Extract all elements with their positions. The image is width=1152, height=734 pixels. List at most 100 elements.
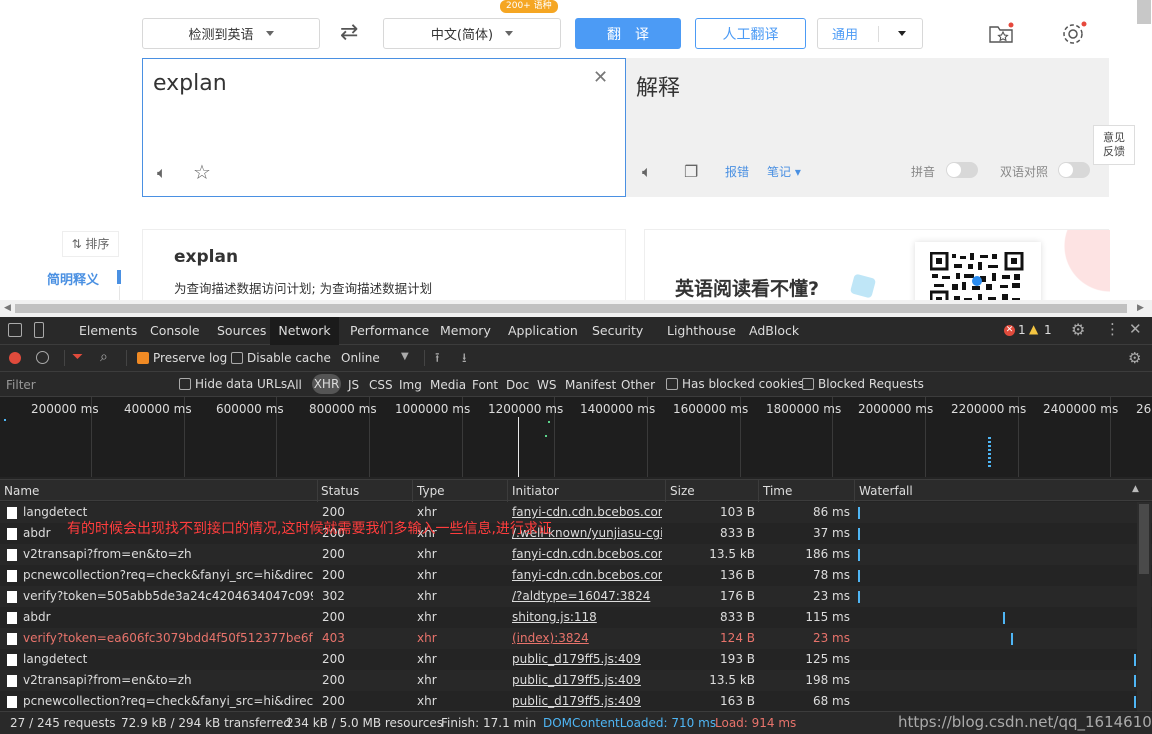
- filter-type-ws[interactable]: WS: [537, 378, 556, 392]
- table-row[interactable]: pcnewcollection?req=check&fanyi_src=hi&d…: [0, 691, 1152, 711]
- tab-security[interactable]: Security: [592, 317, 643, 345]
- timeline-activity: [988, 437, 991, 467]
- filter-type-media[interactable]: Media: [430, 378, 466, 392]
- notes-menu[interactable]: 笔记 ▾: [767, 163, 801, 180]
- column-name[interactable]: Name: [4, 484, 39, 498]
- table-row[interactable]: abdr 200 xhr shitong.js:118 833 B 115 ms: [0, 607, 1152, 628]
- pinyin-toggle[interactable]: [946, 162, 978, 178]
- domain-select[interactable]: 通用: [817, 18, 923, 49]
- filter-type-img[interactable]: Img: [399, 378, 422, 392]
- more-options-icon[interactable]: ⋮: [1105, 320, 1120, 338]
- copy-icon[interactable]: ❐: [684, 162, 698, 181]
- column-type[interactable]: Type: [417, 484, 445, 498]
- blocked-requests-checkbox[interactable]: Blocked Requests: [802, 377, 924, 391]
- horizontal-scrollbar[interactable]: ◀ ▶: [0, 300, 1152, 317]
- tab-lighthouse[interactable]: Lighthouse: [667, 317, 736, 345]
- filter-type-font[interactable]: Font: [472, 378, 498, 392]
- filter-type-js[interactable]: JS: [348, 378, 359, 392]
- filter-type-doc[interactable]: Doc: [506, 378, 529, 392]
- human-translation-button[interactable]: 人工翻译: [695, 18, 806, 49]
- column-status[interactable]: Status: [321, 484, 359, 498]
- page-scrollbar-thumb[interactable]: [1137, 0, 1151, 24]
- column-waterfall[interactable]: Waterfall: [859, 484, 913, 498]
- has-blocked-cookies-checkbox[interactable]: Has blocked cookies: [666, 377, 804, 391]
- timeline-overview[interactable]: 200000 ms 400000 ms 600000 ms 800000 ms …: [0, 397, 1152, 477]
- filter-icon[interactable]: ⏷: [72, 349, 83, 365]
- filter-type-all[interactable]: All: [287, 378, 302, 392]
- swap-icon[interactable]: ⇄: [340, 20, 358, 45]
- table-row[interactable]: verify?token=ea606fc3079bdd4f50f512377be…: [0, 628, 1152, 649]
- scrollbar-thumb[interactable]: [15, 304, 1127, 313]
- filter-type-other[interactable]: Other: [621, 378, 655, 392]
- tab-sources[interactable]: Sources: [217, 317, 266, 345]
- target-language-select[interactable]: 中文(简体): [383, 18, 561, 49]
- request-initiator[interactable]: (index):3824: [512, 631, 662, 645]
- tab-console[interactable]: Console: [150, 317, 200, 345]
- search-icon[interactable]: ⌕: [100, 349, 108, 365]
- inspect-element-icon[interactable]: [8, 323, 22, 337]
- column-initiator[interactable]: Initiator: [512, 484, 559, 498]
- filter-type-xhr[interactable]: XHR: [312, 374, 341, 394]
- star-icon[interactable]: ☆: [193, 160, 211, 184]
- table-scrollbar[interactable]: [1137, 502, 1151, 711]
- speaker-icon[interactable]: 🔈︎: [157, 163, 167, 183]
- tab-application[interactable]: Application: [508, 317, 578, 345]
- tab-adblock[interactable]: AdBlock: [749, 317, 799, 345]
- bilingual-toggle[interactable]: [1058, 162, 1090, 178]
- tab-memory[interactable]: Memory: [440, 317, 491, 345]
- request-initiator[interactable]: fanyi-cdn.cdn.bcebos.com...: [512, 505, 662, 519]
- clear-icon[interactable]: ✕: [593, 67, 608, 88]
- request-time: 37 ms: [812, 526, 850, 540]
- brief-definition-nav[interactable]: 简明释义: [47, 269, 99, 288]
- source-text-box[interactable]: explan ✕ 🔈︎ ☆: [142, 58, 626, 197]
- table-row[interactable]: langdetect 200 xhr public_d179ff5.js:409 193…: [0, 649, 1152, 670]
- hide-data-urls-checkbox[interactable]: Hide data URLs: [179, 377, 287, 391]
- request-initiator[interactable]: public_d179ff5.js:409: [512, 652, 662, 666]
- request-initiator[interactable]: fanyi-cdn.cdn.bcebos.com...: [512, 547, 662, 561]
- import-har-icon[interactable]: ⭱: [435, 349, 440, 371]
- sort-ascending-icon[interactable]: ▲: [1132, 484, 1139, 494]
- request-size: 124 B: [720, 631, 755, 645]
- timeline-tick: 800000 ms: [309, 402, 377, 416]
- device-toolbar-icon[interactable]: [34, 322, 44, 338]
- request-initiator[interactable]: public_d179ff5.js:409: [512, 694, 662, 708]
- speaker-icon[interactable]: 🔈︎: [642, 162, 652, 182]
- export-har-icon[interactable]: ⭳: [462, 349, 467, 371]
- disable-cache-checkbox[interactable]: Disable cache: [231, 351, 331, 365]
- ad-card[interactable]: 英语阅读看不懂?: [644, 229, 1110, 310]
- close-icon[interactable]: ✕: [1129, 320, 1142, 338]
- tab-network[interactable]: Network: [270, 317, 339, 345]
- settings-gear-icon[interactable]: ⚙: [1071, 320, 1085, 339]
- table-row[interactable]: verify?token=505abb5de3a24c4204634047c09…: [0, 586, 1152, 607]
- scrollbar-thumb[interactable]: [1139, 504, 1149, 574]
- request-initiator[interactable]: /?aldtype=16047:3824: [512, 589, 662, 603]
- sort-button[interactable]: ⇅ 排序: [62, 231, 119, 257]
- column-time[interactable]: Time: [763, 484, 792, 498]
- request-initiator[interactable]: fanyi-cdn.cdn.bcebos.com...: [512, 568, 662, 582]
- table-row[interactable]: v2transapi?from=en&to=zh 200 xhr fanyi-cdn.…: [0, 544, 1152, 565]
- feedback-button[interactable]: 意见 反馈: [1093, 125, 1135, 165]
- column-size[interactable]: Size: [670, 484, 695, 498]
- settings-gear-icon[interactable]: [1061, 20, 1087, 46]
- filter-input[interactable]: Filter: [6, 378, 36, 392]
- source-text[interactable]: explan: [153, 71, 227, 96]
- clear-icon[interactable]: [36, 351, 49, 364]
- request-initiator[interactable]: shitong.js:118: [512, 610, 662, 624]
- source-language-select[interactable]: 检测到英语: [142, 18, 320, 49]
- preserve-log-checkbox[interactable]: Preserve log: [137, 351, 227, 365]
- filter-type-css[interactable]: CSS: [369, 378, 393, 392]
- tab-performance[interactable]: Performance: [350, 317, 429, 345]
- collection-icon[interactable]: [988, 22, 1014, 43]
- request-initiator[interactable]: public_d179ff5.js:409: [512, 673, 662, 687]
- record-icon[interactable]: [9, 352, 21, 364]
- translate-button[interactable]: 翻 译: [575, 18, 681, 49]
- tab-elements[interactable]: Elements: [79, 317, 137, 345]
- throttle-select[interactable]: Online ▼: [341, 351, 413, 365]
- table-row[interactable]: pcnewcollection?req=check&fanyi_src=hi&d…: [0, 565, 1152, 586]
- report-error-link[interactable]: 报错: [725, 163, 749, 180]
- warning-count[interactable]: 1: [1044, 323, 1052, 337]
- error-count[interactable]: 1: [1018, 323, 1026, 337]
- filter-type-manifest[interactable]: Manifest: [565, 378, 616, 392]
- network-settings-icon[interactable]: ⚙: [1128, 349, 1141, 367]
- table-row[interactable]: v2transapi?from=en&to=zh 200 xhr public_d17…: [0, 670, 1152, 691]
